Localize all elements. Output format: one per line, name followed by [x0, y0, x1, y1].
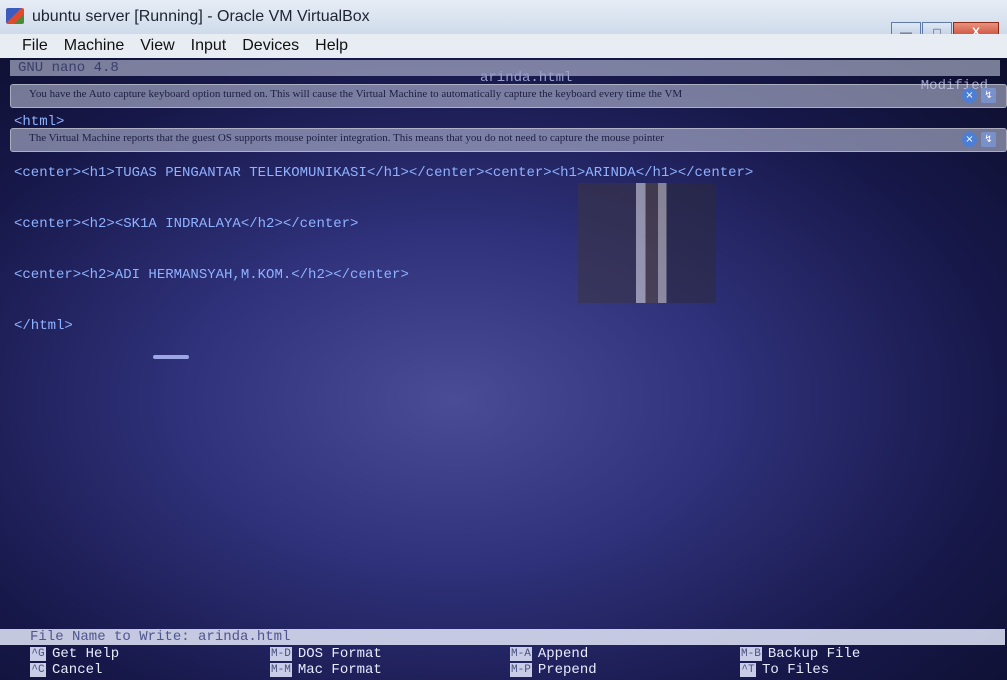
- code-line: </html>: [14, 318, 73, 334]
- shortcut-backup-file[interactable]: M-B Backup File: [740, 646, 970, 662]
- menu-help[interactable]: Help: [315, 37, 348, 55]
- nano-version: GNU nano 4.8: [18, 60, 119, 76]
- shortcut-get-help[interactable]: ^G Get Help: [30, 646, 270, 662]
- menu-view[interactable]: View: [140, 37, 174, 55]
- filename-prompt[interactable]: File Name to Write: arinda.html: [0, 629, 1005, 645]
- code-line: <center><h2>ADI HERMANSYAH,M.KOM.</h2></…: [14, 267, 409, 283]
- shortcut-cancel[interactable]: ^C Cancel: [30, 662, 270, 678]
- menu-input[interactable]: Input: [191, 37, 227, 55]
- keyboard-capture-message: You have the Auto capture keyboard optio…: [29, 88, 683, 100]
- menu-machine[interactable]: Machine: [64, 37, 124, 55]
- code-line: <center><h2><SK1A INDRALAYA</h2></center…: [14, 216, 359, 232]
- shortcut-append[interactable]: M-A Append: [510, 646, 740, 662]
- nano-header: GNU nano 4.8 arinda.html Modified: [10, 60, 1000, 94]
- menu-bar: File Machine View Input Devices Help: [0, 34, 1007, 58]
- menu-devices[interactable]: Devices: [242, 37, 299, 55]
- close-notification-icon[interactable]: ×: [962, 132, 977, 147]
- close-notification-icon[interactable]: ×: [962, 88, 977, 103]
- shortcut-bar: ^G Get Help M-D DOS Format M-A Append M-B Ba…: [30, 646, 970, 678]
- editor-buffer[interactable]: <html> <center><h1>TUGAS PENGANTAR TELEK…: [14, 80, 753, 369]
- window-title: ubuntu server [Running] - Oracle VM Virt…: [32, 8, 370, 25]
- shortcut-dos-format[interactable]: M-D DOS Format: [270, 646, 510, 662]
- vm-display[interactable]: GNU nano 4.8 arinda.html Modified <html>…: [0, 58, 1007, 680]
- mouse-integration-message: The Virtual Machine reports that the gue…: [29, 132, 664, 144]
- keyboard-capture-notification: You have the Auto capture keyboard optio…: [10, 84, 1007, 108]
- shortcut-mac-format[interactable]: M-M Mac Format: [270, 662, 510, 678]
- do-not-show-icon[interactable]: ↯: [981, 132, 996, 147]
- virtualbox-icon: [6, 8, 24, 24]
- window-titlebar: ubuntu server [Running] - Oracle VM Virt…: [0, 0, 1007, 42]
- shortcut-prepend[interactable]: M-P Prepend: [510, 662, 740, 678]
- code-line: <center><h1>TUGAS PENGANTAR TELEKOMUNIKA…: [14, 165, 754, 181]
- mouse-integration-notification: The Virtual Machine reports that the gue…: [10, 128, 1007, 152]
- menu-file[interactable]: File: [22, 37, 48, 55]
- do-not-show-icon[interactable]: ↯: [981, 88, 996, 103]
- shortcut-row: ^C Cancel M-M Mac Format M-P Prepend ^T To F…: [30, 662, 970, 678]
- shortcut-to-files[interactable]: ^T To Files: [740, 662, 970, 678]
- shortcut-row: ^G Get Help M-D DOS Format M-A Append M-B Ba…: [30, 646, 970, 662]
